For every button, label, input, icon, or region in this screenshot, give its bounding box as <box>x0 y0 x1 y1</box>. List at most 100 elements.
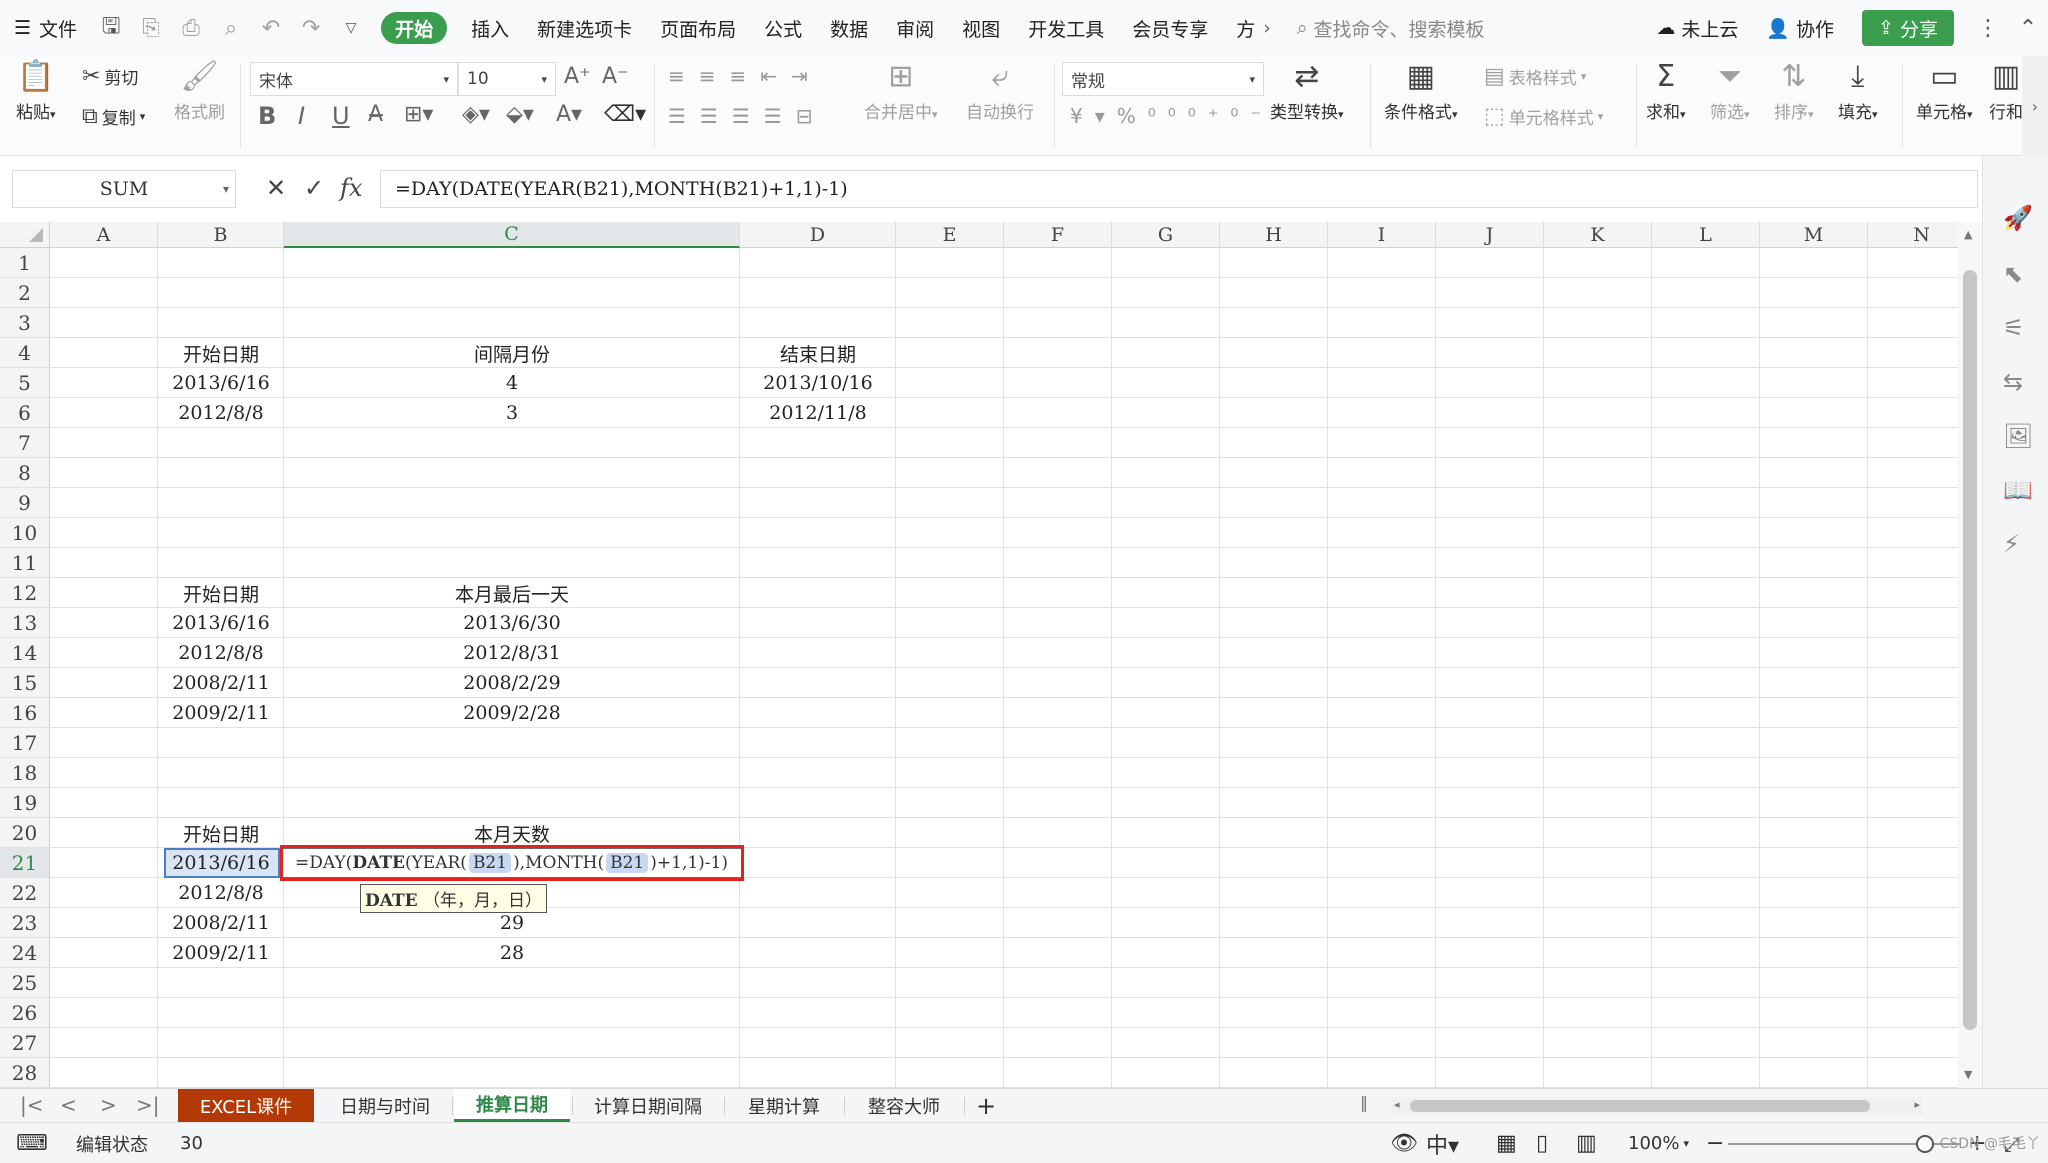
zoom-slider-thumb[interactable] <box>1916 1135 1935 1153</box>
row-header-1[interactable]: 1 <box>0 248 50 278</box>
add-sheet-button[interactable]: + <box>966 1089 1006 1122</box>
conditional-format-button[interactable]: ▦ 条件格式▾ <box>1384 62 1458 124</box>
column-header-j[interactable]: J <box>1436 222 1544 248</box>
increase-font-icon[interactable]: A⁺ <box>564 64 591 89</box>
select-all-corner[interactable] <box>0 222 50 248</box>
tab-insert[interactable]: 插入 <box>457 0 523 56</box>
row-header-13[interactable]: 13 <box>0 608 50 638</box>
cell-b4[interactable]: 开始日期 <box>158 338 284 368</box>
column-header-h[interactable]: H <box>1220 222 1328 248</box>
column-header-f[interactable]: F <box>1004 222 1112 248</box>
vertical-scrollbar[interactable]: ▲ ▼ <box>1958 222 1982 1088</box>
bold-icon[interactable]: B <box>258 102 276 130</box>
row-header-18[interactable]: 18 <box>0 758 50 788</box>
decrease-font-icon[interactable]: A⁻ <box>602 64 629 89</box>
scroll-right-icon[interactable]: ▸ <box>1914 1098 1920 1111</box>
row-header-12[interactable]: 12 <box>0 578 50 608</box>
cell-c6[interactable]: 3 <box>284 398 740 428</box>
sheet-tab-master[interactable]: 整容大师 <box>846 1089 962 1122</box>
cell-b5[interactable]: 2013/6/16 <box>158 368 284 398</box>
prev-sheet-icon[interactable]: < <box>60 1093 77 1117</box>
column-header-g[interactable]: G <box>1112 222 1220 248</box>
tabs-scroll-right[interactable]: › <box>1257 0 1277 56</box>
collapse-ribbon-icon[interactable]: ⌃ <box>2008 0 2048 56</box>
macro-record-icon[interactable]: ⌨ <box>16 1123 48 1163</box>
scroll-down-icon[interactable]: ▼ <box>1964 1068 1972 1081</box>
sheet-tab-weekday[interactable]: 星期计算 <box>726 1089 842 1122</box>
fill-color-icon[interactable]: ◈▾ <box>462 102 490 127</box>
font-size-select[interactable]: 10 ▾ <box>458 62 556 96</box>
row-header-14[interactable]: 14 <box>0 638 50 668</box>
cell-b21[interactable]: 2013/6/16 <box>158 848 284 878</box>
book-search-icon[interactable]: 📖 <box>2003 476 2033 504</box>
row-header-5[interactable]: 5 <box>0 368 50 398</box>
confirm-icon[interactable]: ✓ <box>304 174 324 202</box>
undo-icon[interactable]: ↶ <box>251 0 291 56</box>
vertical-align-icons[interactable]: ≡≡≡⇤⇥ <box>668 64 822 88</box>
cell-d6[interactable]: 2012/11/8 <box>740 398 896 428</box>
cell-c13[interactable]: 2013/6/30 <box>284 608 740 638</box>
strikethrough-icon[interactable]: A̶ <box>368 102 383 127</box>
rocket-icon[interactable]: 🚀 <box>2003 204 2033 232</box>
highlight-icon[interactable]: ⬙▾ <box>506 102 534 127</box>
row-col-button[interactable]: ▥ 行和 <box>1990 62 2022 123</box>
underline-icon[interactable]: U <box>332 102 350 130</box>
row-header-25[interactable]: 25 <box>0 968 50 998</box>
cell-b16[interactable]: 2009/2/11 <box>158 698 284 728</box>
row-header-11[interactable]: 11 <box>0 548 50 578</box>
italic-icon[interactable]: I <box>298 102 305 130</box>
number-format-icons[interactable]: ¥▾%⁰⁰⁰⁺⁰⁻⁰ <box>1070 104 1293 128</box>
cell-c5[interactable]: 4 <box>284 368 740 398</box>
cell-b6[interactable]: 2012/8/8 <box>158 398 284 428</box>
tab-developer[interactable]: 开发工具 <box>1014 0 1118 56</box>
cell-c4[interactable]: 间隔月份 <box>284 338 740 368</box>
export-icon[interactable]: ⎘ <box>131 0 171 56</box>
lightning-icon[interactable]: ⚡ <box>2003 530 2020 558</box>
save-icon[interactable]: 🖫 <box>91 0 131 56</box>
tab-formulas[interactable]: 公式 <box>750 0 816 56</box>
row-header-26[interactable]: 26 <box>0 998 50 1028</box>
eraser-icon[interactable]: ⌫▾ <box>604 102 646 127</box>
row-header-16[interactable]: 16 <box>0 698 50 728</box>
cut-button[interactable]: ✂ 剪切 <box>82 64 138 89</box>
ribbon-scroll-right[interactable]: › <box>2022 56 2048 156</box>
scroll-left-icon[interactable]: ◂ <box>1394 1098 1400 1111</box>
more-options-icon[interactable]: ⋮ <box>1968 0 2008 56</box>
sum-button[interactable]: Σ 求和▾ <box>1646 62 1686 124</box>
share-button[interactable]: ⇪ 分享 <box>1862 10 1954 46</box>
print-preview-icon[interactable]: ⌕ <box>211 0 251 56</box>
row-header-19[interactable]: 19 <box>0 788 50 818</box>
scroll-up-icon[interactable]: ▲ <box>1964 228 1972 241</box>
row-header-20[interactable]: 20 <box>0 818 50 848</box>
insert-function-icon[interactable]: fx <box>340 174 362 202</box>
column-header-a[interactable]: A <box>50 222 158 248</box>
column-header-c[interactable]: C <box>284 222 740 248</box>
redo-icon[interactable]: ↷ <box>291 0 331 56</box>
column-header-n[interactable]: N <box>1868 222 1958 248</box>
row-header-15[interactable]: 15 <box>0 668 50 698</box>
cell-c20[interactable]: 本月天数 <box>284 818 740 848</box>
settings-sliders-icon[interactable]: ⚟ <box>2003 314 2025 342</box>
vertical-scroll-thumb[interactable] <box>1963 270 1977 1030</box>
file-menu[interactable]: ☰ 文件 <box>0 0 91 56</box>
merge-center-button[interactable]: ⊞ 合并居中▾ <box>864 62 938 124</box>
transfer-icon[interactable]: ⇆ <box>2003 368 2023 396</box>
normal-view-icon[interactable]: ▦ <box>1496 1123 1517 1163</box>
tab-more-truncated[interactable]: 方 <box>1222 0 1257 56</box>
sheet-tab-excel-course[interactable]: EXCEL课件 <box>178 1089 314 1122</box>
cell-b15[interactable]: 2008/2/11 <box>158 668 284 698</box>
next-sheet-icon[interactable]: > <box>100 1093 117 1117</box>
wrap-text-button[interactable]: ⤶ 自动换行 <box>966 62 1034 124</box>
tab-member[interactable]: 会员专享 <box>1118 0 1222 56</box>
cell-b12[interactable]: 开始日期 <box>158 578 284 608</box>
sheet-tab-date-time[interactable]: 日期与时间 <box>320 1089 450 1122</box>
first-sheet-icon[interactable]: |< <box>20 1093 44 1117</box>
font-name-select[interactable]: 宋体 ▾ <box>250 62 458 96</box>
column-header-d[interactable]: D <box>740 222 896 248</box>
row-header-24[interactable]: 24 <box>0 938 50 968</box>
row-header-17[interactable]: 17 <box>0 728 50 758</box>
cell-c24[interactable]: 28 <box>284 938 740 968</box>
column-header-m[interactable]: M <box>1760 222 1868 248</box>
cursor-icon[interactable]: ⬉ <box>2003 260 2023 288</box>
horizontal-scroll-thumb[interactable] <box>1410 1100 1870 1112</box>
